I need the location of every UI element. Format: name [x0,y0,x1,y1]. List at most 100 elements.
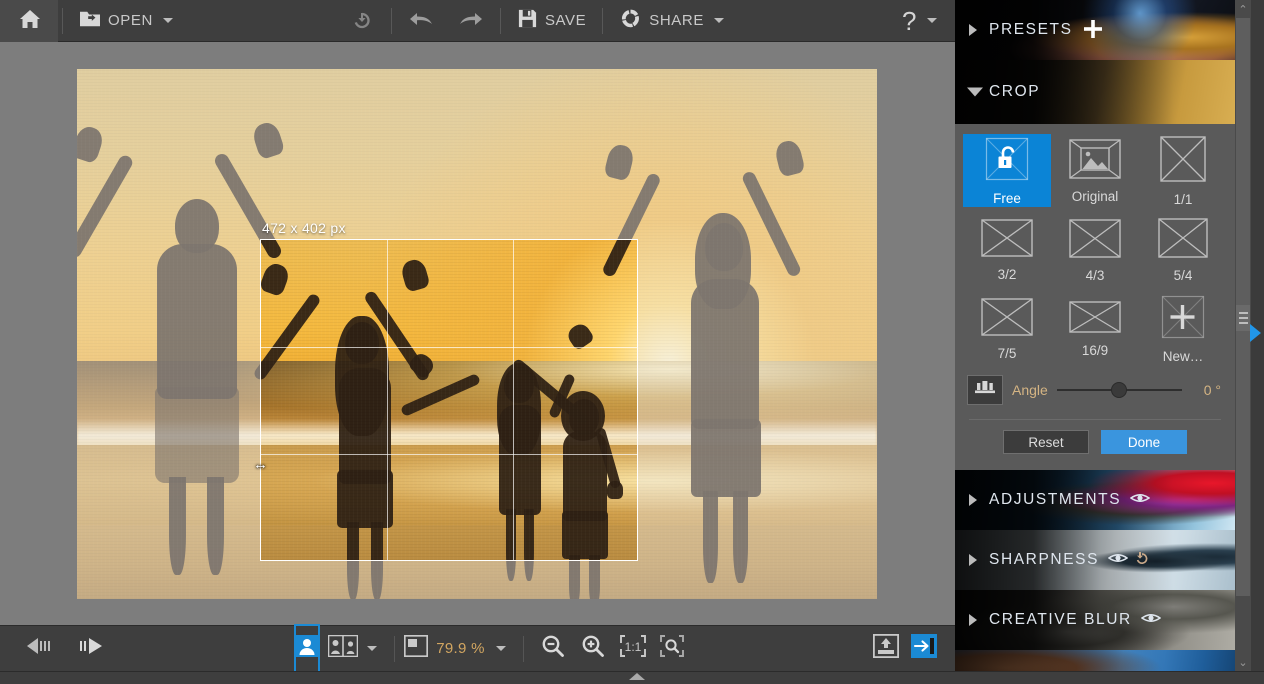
beach-sunset-photo [77,69,877,599]
angle-value: 0 ° [1191,382,1221,398]
crop-ratio-1-1-label: 1/1 [1174,192,1193,207]
undo-button[interactable] [396,0,446,42]
section-header-presets[interactable]: PRESETS [955,0,1235,60]
reset-section-undo-icon[interactable] [1135,550,1153,570]
zoom-out-button[interactable] [533,626,573,672]
angle-slider-knob[interactable] [1111,382,1127,398]
chevron-down-icon [496,646,506,651]
section-header-creative-blur[interactable]: CREATIVE BLUR [955,590,1235,650]
toolbar-divider-1 [62,8,63,34]
crop-ratio-7-5[interactable]: 7/5 [963,292,1051,365]
export-button[interactable] [873,626,899,672]
straighten-button[interactable] [967,375,1003,405]
ratio-4-3-icon [1069,219,1121,263]
section-header-sharpness[interactable]: SHARPNESS [955,530,1235,590]
crop-ratio-original-label: Original [1072,189,1119,204]
crop-ratio-4-3[interactable]: 4/3 [1051,213,1139,286]
section-header-adjustments[interactable]: ADJUSTMENTS [955,470,1235,530]
angle-slider[interactable] [1057,380,1182,400]
crop-ratio-1-1[interactable]: 1/1 [1139,134,1227,207]
zoom-level-dropdown[interactable] [491,626,514,672]
zoom-out-icon [541,634,565,663]
crop-ratio-5-4[interactable]: 5/4 [1139,213,1227,286]
compare-view-icon [328,635,358,662]
compare-view-button[interactable] [328,626,358,672]
section-title-sharpness: SHARPNESS [989,551,1099,569]
reset-button[interactable]: Reset [1003,430,1089,454]
toolbar-divider-3 [500,8,501,34]
section-header-crop[interactable]: CROP [955,60,1235,124]
home-button[interactable] [0,0,58,42]
zoom-region-button[interactable] [653,626,691,672]
crop-ratio-free[interactable]: Free [963,134,1051,207]
crop-ratio-5-4-label: 5/4 [1174,268,1193,283]
toggle-visibility-eye-icon[interactable] [1130,491,1150,510]
section-header-next-partial[interactable] [955,650,1235,671]
right-panel: PRESETS CROP [955,0,1235,671]
ratio-1-1-icon [1160,136,1206,187]
floppy-disk-icon [517,8,538,33]
next-image-button[interactable] [70,626,114,672]
toolbar-divider-2 [391,8,392,34]
single-view-button[interactable] [296,626,318,672]
crop-resize-cursor-west[interactable]: ↔ [253,457,268,472]
undo-arrow-icon [408,9,434,33]
zoom-level-value: 79.9 % [436,640,485,657]
expand-filmstrip-icon[interactable] [629,673,645,680]
share-button[interactable]: SHARE [607,0,736,42]
revert-button[interactable] [339,0,387,42]
crop-ratio-16-9[interactable]: 16/9 [1051,292,1139,365]
toolbar-divider-4 [602,8,603,34]
panel-resize-grip[interactable] [1236,305,1250,331]
help-dropdown-caret[interactable] [927,18,937,23]
crop-angle-row: Angle 0 ° [955,365,1235,411]
crop-ratio-grid: Free Original [955,134,1235,365]
compare-view-dropdown[interactable] [358,626,385,672]
zoom-in-button[interactable] [573,626,613,672]
folder-open-icon [79,9,101,33]
right-panel-scrollbar[interactable]: ⌃ ⌄ [1235,0,1251,671]
crop-ratio-3-2-label: 3/2 [998,267,1017,282]
help-button[interactable]: ? [890,0,955,42]
ratio-5-4-icon [1158,218,1208,263]
crop-ratio-3-2[interactable]: 3/2 [963,213,1051,286]
actual-size-button[interactable]: 1:1 [613,626,653,672]
fit-to-window-icon [404,635,428,662]
toggle-visibility-eye-icon[interactable] [1141,611,1161,630]
image-canvas[interactable]: 472 x 402 px ↔ [0,42,955,625]
previous-image-button[interactable] [18,626,62,672]
done-button[interactable]: Done [1101,430,1187,454]
home-icon [18,7,42,35]
toggle-visibility-eye-icon[interactable] [1108,551,1128,570]
original-image-icon [1069,139,1121,184]
crop-ratio-new[interactable]: New… [1139,292,1227,365]
collapse-triangle-icon [967,88,983,97]
revert-icon [351,8,375,34]
redo-button[interactable] [446,0,496,42]
crop-panel-body: Free Original [955,124,1235,470]
export-icon [873,634,899,663]
chevron-down-icon [367,646,377,651]
collapse-arrow-icon[interactable] [1250,324,1261,342]
collapse-panel-button[interactable] [911,626,937,672]
crop-action-buttons: Reset Done [955,420,1235,458]
section-title-creative-blur: CREATIVE BLUR [989,611,1132,629]
open-button[interactable]: OPEN [67,0,185,42]
question-mark-icon: ? [902,8,917,34]
scroll-down-arrow[interactable]: ⌄ [1235,653,1251,671]
add-preset-icon[interactable] [1083,19,1103,41]
zoom-region-icon [659,634,685,663]
share-circle-icon [619,7,642,34]
scroll-up-arrow[interactable]: ⌃ [1235,0,1251,18]
save-button[interactable]: SAVE [505,0,598,42]
open-dropdown-caret[interactable] [163,18,173,23]
photo-image[interactable]: 472 x 402 px ↔ [77,69,877,599]
previous-image-icon [24,637,56,660]
section-title-presets: PRESETS [989,21,1073,39]
crop-ratio-4-3-label: 4/3 [1086,268,1105,283]
single-view-icon [296,635,318,662]
crop-ratio-original[interactable]: Original [1051,134,1139,207]
share-dropdown-caret[interactable] [714,18,724,23]
fit-to-window-button[interactable] [404,626,428,672]
crop-ratio-new-label: New… [1163,349,1204,364]
